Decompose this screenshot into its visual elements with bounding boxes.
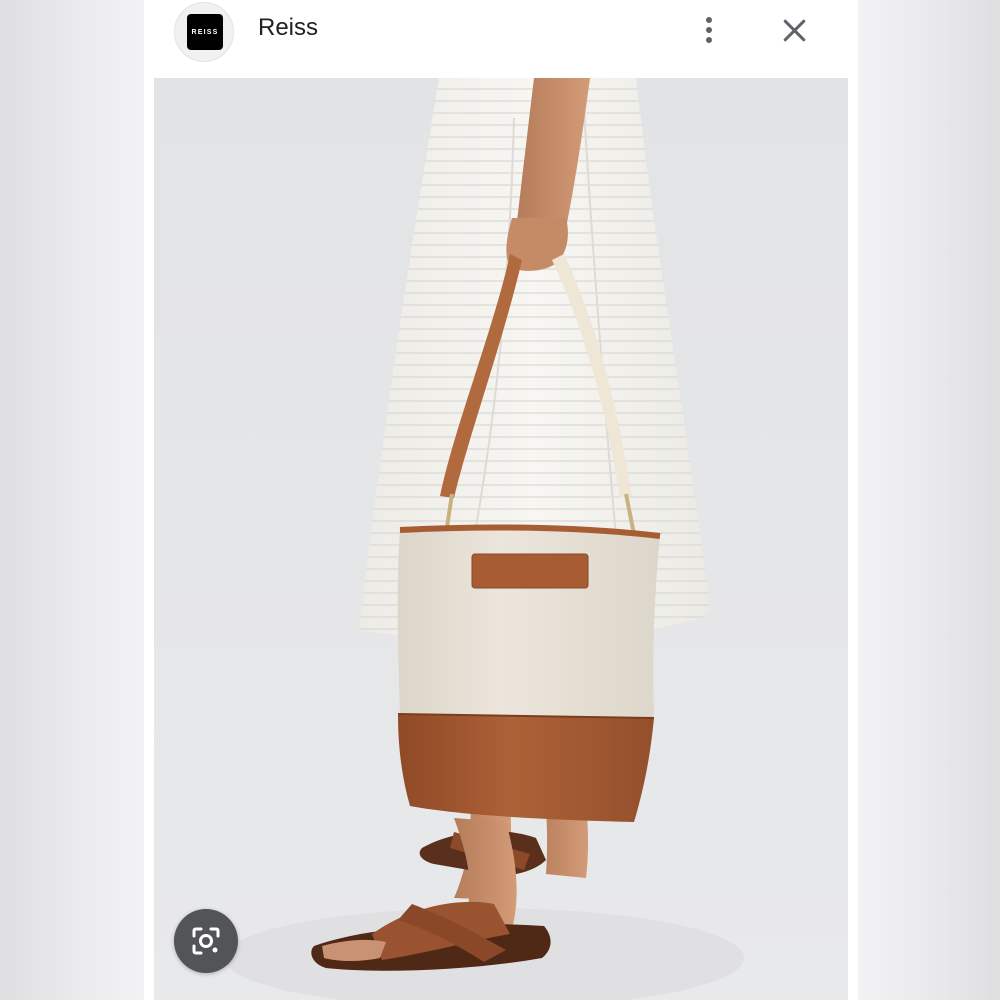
product-photo[interactable] (154, 78, 848, 1000)
lens-search-button[interactable] (174, 909, 238, 973)
close-button[interactable] (774, 10, 814, 50)
product-illustration (154, 78, 848, 1000)
lens-search-icon (192, 927, 220, 955)
left-backdrop (0, 0, 144, 1000)
site-favicon[interactable]: REISS (174, 2, 234, 62)
site-name[interactable]: Reiss (258, 14, 318, 42)
more-options-button[interactable] (689, 10, 729, 50)
reiss-logo: REISS (187, 14, 223, 50)
logo-text: REISS (191, 28, 219, 36)
right-backdrop (858, 0, 1000, 1000)
source-header: REISS Reiss (144, 0, 858, 78)
